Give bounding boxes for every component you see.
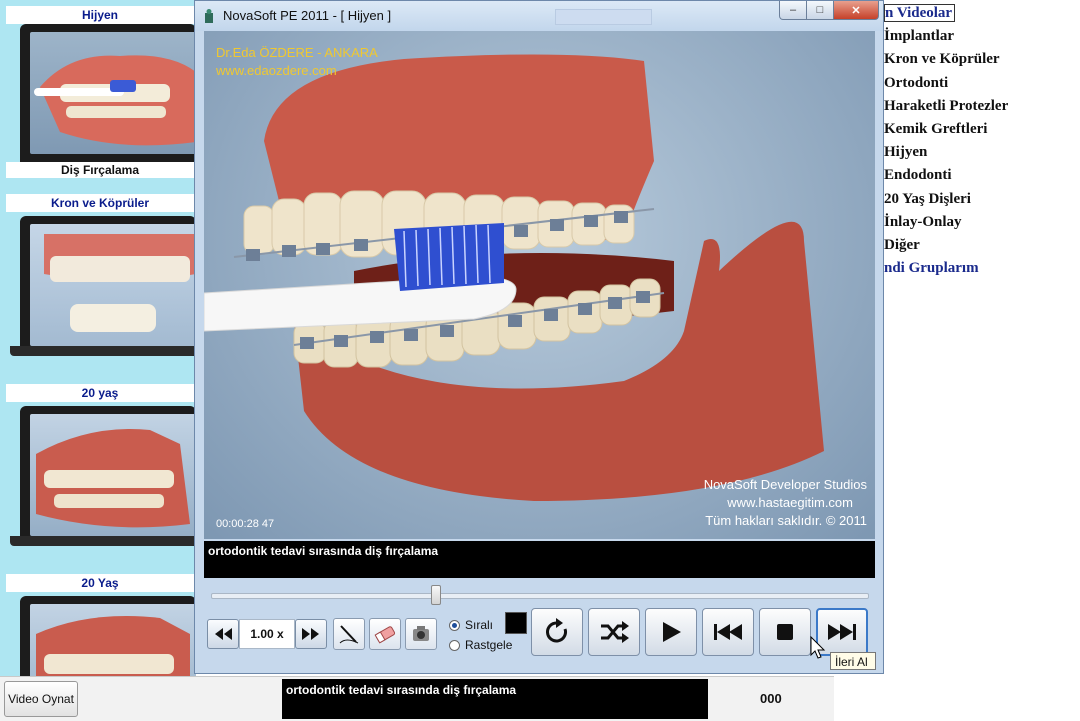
category-bone-grafts[interactable]: Kemik Greftleri — [884, 118, 1080, 141]
video-thumbnail[interactable] — [20, 24, 196, 164]
order-sequential-label: Sıralı — [465, 618, 494, 632]
camera-icon — [413, 626, 429, 641]
category-wisdom-teeth[interactable]: 20 Yaş Dişleri — [884, 188, 1080, 211]
video-author-watermark: Dr.Eda ÖZDERE - ANKARA — [216, 45, 378, 60]
playback-order: Sıralı Rastgele — [449, 615, 512, 655]
close-icon: ✕ — [851, 4, 861, 17]
order-sequential-option[interactable]: Sıralı — [449, 615, 512, 635]
eraser-tool-button[interactable] — [369, 618, 401, 650]
eraser-icon — [374, 626, 396, 644]
player-window: NovaSoft PE 2011 - [ Hijyen ] – □ ✕ Dr.E… — [194, 0, 884, 674]
seek-slider[interactable] — [211, 585, 869, 605]
category-label: n Videolar — [884, 4, 956, 22]
gallery-card-title: Hijyen — [6, 6, 194, 24]
snapshot-tool-button[interactable] — [405, 618, 437, 650]
seek-track[interactable] — [211, 593, 869, 599]
gallery-card-title: Kron ve Köprüler — [6, 194, 194, 212]
category-implants[interactable]: İmplantlar — [884, 25, 1080, 48]
category-removable-prostheses[interactable]: Haraketli Protezler — [884, 95, 1080, 118]
next-icon — [828, 624, 856, 640]
minimize-button[interactable]: – — [779, 1, 807, 20]
window-title: NovaSoft PE 2011 - [ Hijyen ] — [223, 8, 392, 23]
gallery-card-age20-b[interactable]: 20 Yaş — [6, 570, 196, 680]
drawing-tools — [333, 611, 441, 657]
category-list: n Videolar İmplantlar Kron ve Köprüler O… — [884, 2, 1080, 280]
category-orthodontics[interactable]: Ortodonti — [884, 72, 1080, 95]
stop-icon — [777, 624, 793, 640]
category-hygiene[interactable]: Hijyen — [884, 141, 1080, 164]
mouse-cursor-icon — [810, 636, 826, 659]
video-thumbnail[interactable] — [20, 406, 196, 546]
replay-icon — [546, 618, 567, 643]
category-endodontics[interactable]: Endodonti — [884, 164, 1080, 187]
maximize-button[interactable]: □ — [806, 1, 834, 20]
seek-thumb[interactable] — [431, 585, 441, 605]
category-my-groups[interactable]: ndi Gruplarım — [884, 257, 1080, 280]
category-inlay-onlay[interactable]: İnlay-Onlay — [884, 211, 1080, 234]
gallery-card-title: 20 Yaş — [6, 574, 194, 592]
stop-button[interactable] — [759, 608, 811, 656]
fast-forward-icon — [302, 628, 319, 640]
gallery-card-title: 20 yaş — [6, 384, 194, 402]
order-random-radio[interactable] — [449, 639, 460, 651]
gallery-card-caption: Diş Fırçalama — [6, 162, 194, 178]
bottom-caption: ortodontik tedavi sırasında diş fırçalam… — [282, 679, 708, 719]
order-random-option[interactable]: Rastgele — [449, 635, 512, 655]
pen-icon — [339, 625, 359, 644]
gallery-card-crowns[interactable]: Kron ve Köprüler — [6, 190, 196, 380]
rewind-icon — [215, 628, 232, 640]
shuffle-button[interactable] — [588, 608, 640, 656]
previous-button[interactable] — [702, 608, 754, 656]
video-frame[interactable]: Dr.Eda ÖZDERE - ANKARA www.edaozdere.com… — [204, 31, 875, 539]
gallery-card-hygiene[interactable]: Hijyen Diş Fırçalama — [6, 0, 196, 190]
minimize-icon: – — [789, 4, 797, 16]
maximize-icon: □ — [816, 4, 824, 16]
speed-value: 1.00 x — [239, 619, 295, 649]
replay-button[interactable] — [531, 608, 583, 656]
video-image-teeth-brushing — [204, 54, 824, 501]
subtitle-bar: ortodontik tedavi sırasında diş fırçalam… — [204, 541, 875, 578]
video-rights-watermark: Tüm hakları saklıdır. © 2011 — [705, 513, 867, 528]
order-sequential-radio[interactable] — [449, 619, 460, 631]
video-gallery: Hijyen Diş Fırçalama Kron ve Köprüler 20… — [0, 0, 196, 680]
video-counter: 000 — [760, 691, 782, 706]
video-timecode: 00:00:28 47 — [216, 518, 275, 530]
video-url-watermark: www.hastaegitim.com — [727, 495, 853, 510]
play-button[interactable] — [645, 608, 697, 656]
play-video-button[interactable]: Video Oynat — [4, 681, 78, 717]
pen-tool-button[interactable] — [333, 618, 365, 650]
title-bar[interactable]: NovaSoft PE 2011 - [ Hijyen ] – □ ✕ — [195, 1, 883, 31]
slower-button[interactable] — [207, 619, 239, 649]
play-icon — [663, 622, 681, 642]
previous-icon — [714, 624, 742, 640]
close-button[interactable]: ✕ — [833, 1, 879, 20]
shuffle-icon — [601, 621, 629, 643]
speed-controls: 1.00 x — [207, 611, 327, 657]
video-site-watermark: www.edaozdere.com — [216, 63, 337, 78]
category-other[interactable]: Diğer — [884, 234, 1080, 257]
order-random-label: Rastgele — [465, 638, 513, 652]
pen-color-swatch[interactable] — [505, 612, 527, 634]
category-my-videos[interactable]: n Videolar — [884, 2, 1080, 25]
video-studio-watermark: NovaSoft Developer Studios — [703, 477, 867, 492]
category-crowns-bridges[interactable]: Kron ve Köprüler — [884, 48, 1080, 71]
bottom-bar: Video Oynat ortodontik tedavi sırasında … — [0, 676, 834, 721]
app-icon — [205, 9, 213, 23]
video-thumbnail[interactable] — [20, 596, 196, 680]
background-window-tab — [555, 9, 652, 25]
gallery-card-age20[interactable]: 20 yaş — [6, 380, 196, 570]
video-thumbnail[interactable] — [20, 216, 196, 356]
next-tooltip: İleri Al — [830, 652, 876, 670]
faster-button[interactable] — [295, 619, 327, 649]
